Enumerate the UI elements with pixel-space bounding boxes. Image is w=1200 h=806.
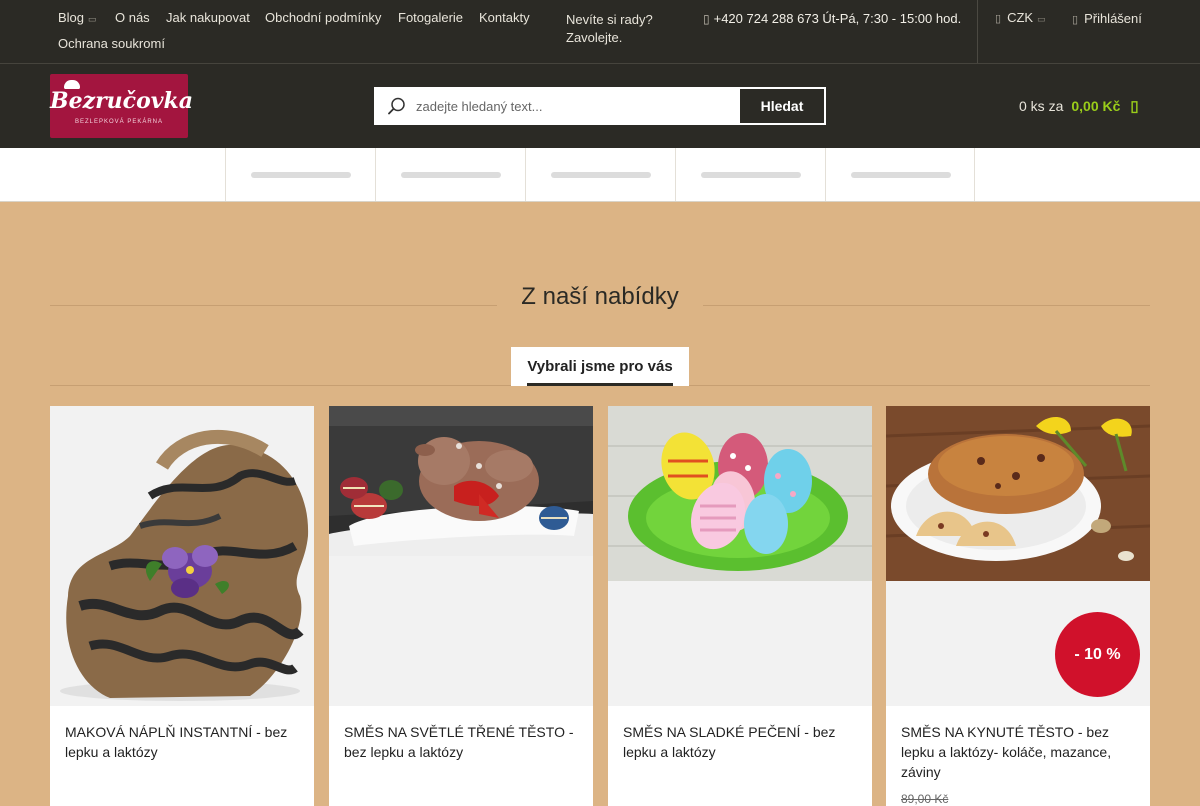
- search-icon: [388, 97, 405, 115]
- product-title[interactable]: MAKOVÁ NÁPLŇ INSTANTNÍ - bez lepku a lak…: [65, 722, 301, 762]
- product-card[interactable]: SMĚS NA SVĚTLÉ TŘENÉ TĚSTO - bez lepku a…: [329, 406, 593, 806]
- tab-recommended[interactable]: Vybrali jsme pro vás: [511, 347, 689, 386]
- user-icon: ▯: [1072, 14, 1079, 26]
- section-title: Z naší nabídky: [521, 283, 679, 310]
- product-card[interactable]: - 10 % SMĚS NA KYNUTÉ TĚSTO - bez lepku …: [886, 406, 1150, 806]
- currency-selector[interactable]: ▯ CZK ▭: [995, 10, 1046, 25]
- logo[interactable]: Bezručovka BEZLEPKOVÁ PEKÁRNA: [50, 74, 193, 138]
- nav-link-ochrana-soukromi[interactable]: Ochrana soukromí: [58, 36, 165, 51]
- cart-icon: ▯: [1130, 98, 1139, 115]
- product-image[interactable]: [608, 406, 872, 706]
- cart-summary[interactable]: 0 ks za 0,00 Kč ▯: [1019, 97, 1139, 115]
- product-title[interactable]: SMĚS NA KYNUTÉ TĚSTO - bez lepku a laktó…: [901, 722, 1137, 782]
- product-title[interactable]: SMĚS NA SLADKÉ PEČENÍ - bez lepku a lakt…: [623, 722, 859, 762]
- category-navigation: [0, 148, 1200, 202]
- product-card[interactable]: MAKOVÁ NÁPLŇ INSTANTNÍ - bez lepku a lak…: [50, 406, 314, 806]
- old-price: 89,00 Kč: [901, 792, 949, 806]
- nav-link-obchodni-podminky[interactable]: Obchodní podmínky: [265, 10, 381, 25]
- currency-icon: ▯: [995, 13, 1002, 25]
- help-text: Nevíte si rady? Zavolejte.: [566, 12, 653, 45]
- nav-link-blog[interactable]: Blog ▭: [58, 10, 97, 25]
- nav-link-o-nas[interactable]: O nás: [115, 10, 150, 25]
- phone-contact[interactable]: ▯ +420 724 288 673 Út-Pá, 7:30 - 15:00 ho…: [703, 11, 961, 26]
- category-placeholder: [375, 148, 525, 201]
- opening-hours: Út-Pá, 7:30 - 15:00 hod.: [822, 11, 962, 26]
- category-placeholder: [525, 148, 675, 201]
- category-placeholder: [825, 148, 975, 201]
- divider: [977, 0, 978, 63]
- search-button[interactable]: Hledat: [740, 89, 824, 123]
- dropdown-caret-icon: ▭: [88, 14, 97, 24]
- phone-number: +420 724 288 673: [713, 11, 819, 26]
- product-image[interactable]: [50, 406, 314, 706]
- product-card[interactable]: SMĚS NA SLADKÉ PEČENÍ - bez lepku a lakt…: [608, 406, 872, 806]
- login-link[interactable]: ▯ Přihlášení: [1072, 11, 1142, 26]
- cart-price: 0,00 Kč: [1071, 98, 1121, 114]
- nav-link-kontakty[interactable]: Kontakty: [479, 10, 530, 25]
- search-form: Hledat: [374, 87, 826, 125]
- search-input[interactable]: [416, 89, 736, 123]
- discount-badge: - 10 %: [1055, 612, 1140, 697]
- phone-icon: ▯: [703, 12, 710, 26]
- category-placeholder: [225, 148, 375, 201]
- top-bar: Blog ▭ O nás Jak nakupovat Obchodní podmí…: [0, 0, 1200, 64]
- product-image[interactable]: [329, 406, 593, 706]
- nav-link-fotogalerie[interactable]: Fotogalerie: [398, 10, 463, 25]
- nav-link-jak-nakupovat[interactable]: Jak nakupovat: [166, 10, 250, 25]
- category-placeholder: [675, 148, 825, 201]
- product-title[interactable]: SMĚS NA SVĚTLÉ TŘENÉ TĚSTO - bez lepku a…: [344, 722, 580, 762]
- header: Bezručovka BEZLEPKOVÁ PEKÁRNA Hledat 0 k…: [0, 64, 1200, 148]
- dropdown-caret-icon: ▭: [1037, 14, 1046, 24]
- product-image[interactable]: - 10 %: [886, 406, 1150, 706]
- cart-count: 0 ks za: [1019, 98, 1064, 114]
